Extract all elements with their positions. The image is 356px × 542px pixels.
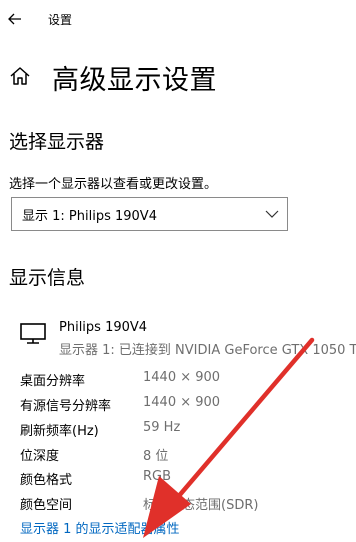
monitor-connection: 显示器 1: 已连接到 NVIDIA GeForce GTX 1050 Ti — [59, 343, 356, 358]
info-row-label: 刷新频率(Hz) — [20, 424, 99, 439]
info-row-label: 桌面分辨率 — [20, 374, 86, 389]
display-info-heading: 显示信息 — [9, 267, 86, 289]
monitor-icon — [20, 323, 46, 344]
info-row-label: 位深度 — [20, 449, 60, 464]
monitor-name: Philips 190V4 — [59, 320, 148, 335]
info-row-value: 1440 × 900 — [143, 395, 221, 410]
select-display-heading: 选择显示器 — [9, 131, 105, 153]
window-title: 设置 — [48, 13, 73, 27]
display-select-dropdown[interactable]: 显示 1: Philips 190V4 — [11, 197, 288, 231]
select-display-description: 选择一个显示器以查看或更改设置。 — [9, 177, 218, 192]
page-title: 高级显示设置 — [52, 65, 217, 96]
info-row-label: 颜色格式 — [20, 473, 73, 488]
back-button[interactable] — [4, 8, 26, 30]
info-row-value: 1440 × 900 — [143, 370, 221, 385]
info-row-value: RGB — [143, 469, 172, 484]
info-row-value: 59 Hz — [143, 420, 181, 435]
chevron-down-icon — [265, 210, 279, 218]
info-row-label: 有源信号分辨率 — [20, 399, 112, 414]
info-row-value: 8 位 — [143, 449, 169, 464]
home-icon — [10, 67, 30, 85]
display-adapter-properties-link[interactable]: 显示器 1 的显示适配器属性 — [20, 518, 180, 537]
arrow-left-icon — [8, 13, 21, 25]
info-row-value: 标准动态范围(SDR) — [143, 498, 259, 513]
info-row-label: 颜色空间 — [20, 498, 73, 513]
display-select-value: 显示 1: Philips 190V4 — [22, 208, 157, 224]
